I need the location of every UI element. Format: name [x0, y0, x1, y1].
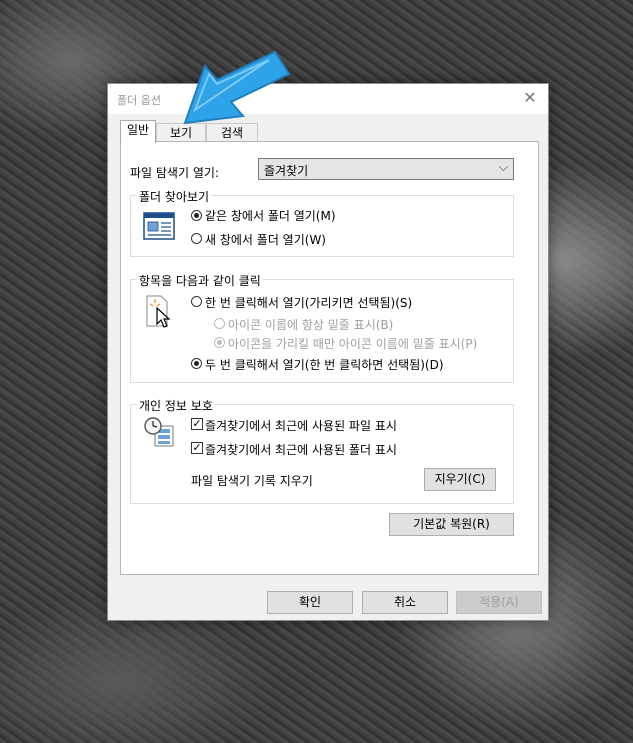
window-folders-icon: [143, 212, 175, 240]
tab-general[interactable]: 일반: [120, 120, 156, 143]
apply-button[interactable]: 적용(A): [456, 591, 542, 614]
click-items-legend: 항목을 다음과 같이 클릭: [137, 272, 263, 289]
single-click-label[interactable]: 한 번 클릭해서 열기(가리키면 선택됨)(S): [205, 294, 412, 311]
underline-hover-label: 아이콘을 가리킬 때만 아이콘 이름에 밑줄 표시(P): [228, 337, 478, 351]
clear-history-button[interactable]: 지우기(C): [424, 468, 496, 491]
explorer-open-select[interactable]: 즐겨찾기 ⌵: [258, 158, 514, 180]
dialog-title: 폴더 옵션: [117, 94, 161, 107]
tab-general-label: 일반: [126, 123, 150, 137]
explorer-open-value: 즐겨찾기: [264, 164, 309, 178]
recent-files-label[interactable]: 즐겨찾기에서 최근에 사용된 파일 표시: [205, 417, 397, 434]
folder-options-dialog: 폴더 옵션 ✕ 일반 보기 검색 파일 탐색기 열기: 즐겨찾기 ⌵ 폴더 찾아…: [107, 83, 549, 621]
recent-folders-checkbox[interactable]: ✓: [191, 442, 203, 454]
double-click-radio[interactable]: [191, 358, 202, 369]
pointer-click-icon: [146, 295, 171, 328]
ok-button[interactable]: 확인: [267, 591, 353, 614]
privacy-legend: 개인 정보 보호: [137, 397, 215, 414]
new-window-label[interactable]: 새 창에서 폴더 열기(W): [205, 231, 326, 248]
underline-hover-radio[interactable]: [214, 337, 225, 348]
restore-defaults-button[interactable]: 기본값 복원(R): [389, 513, 514, 536]
new-window-radio[interactable]: [191, 233, 202, 244]
same-window-label[interactable]: 같은 창에서 폴더 열기(M): [205, 207, 336, 224]
close-icon[interactable]: ✕: [520, 88, 540, 108]
explorer-open-label: 파일 탐색기 열기:: [130, 166, 219, 180]
clear-history-label: 파일 탐색기 기록 지우기: [191, 474, 313, 488]
same-window-radio[interactable]: [191, 210, 202, 221]
browse-folders-legend: 폴더 찾아보기: [137, 188, 212, 205]
underline-always-radio[interactable]: [214, 318, 225, 329]
double-click-label[interactable]: 두 번 클릭해서 열기(한 번 클릭하면 선택됨)(D): [205, 356, 444, 373]
recent-folders-label[interactable]: 즐겨찾기에서 최근에 사용된 폴더 표시: [205, 441, 397, 458]
chevron-down-icon: ⌵: [498, 160, 508, 174]
underline-always-label: 아이콘 이름에 항상 밑줄 표시(B): [228, 318, 394, 332]
recent-files-checkbox[interactable]: ✓: [191, 418, 203, 430]
pointer-arrow-annotation: [183, 50, 291, 125]
privacy-clock-icon: [144, 417, 174, 447]
single-click-radio[interactable]: [191, 296, 202, 307]
cancel-button[interactable]: 취소: [362, 591, 448, 614]
